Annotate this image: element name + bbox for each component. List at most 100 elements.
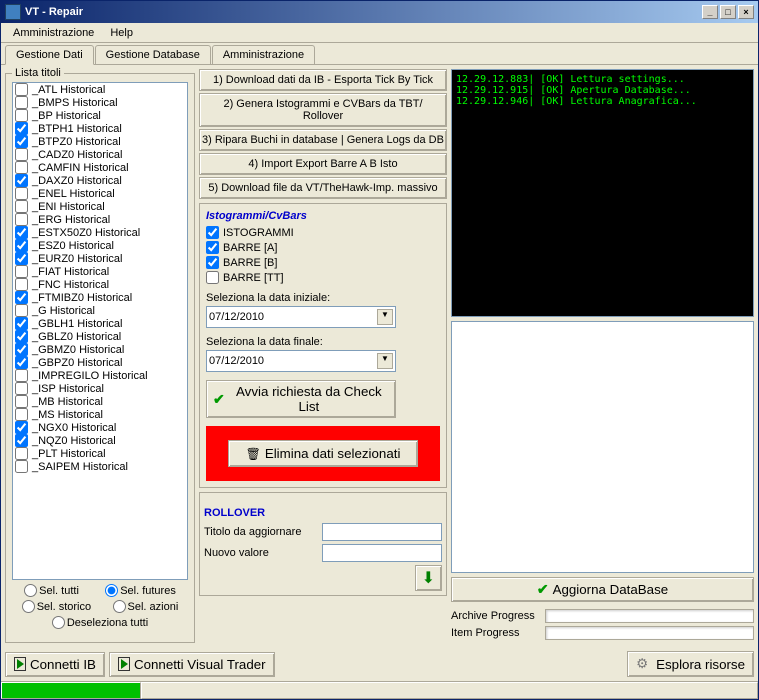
download-ib-button[interactable]: 1) Download dati da IB - Esporta Tick By… [199,69,447,91]
list-item[interactable]: _CADZ0 Historical [13,148,187,161]
list-item[interactable]: _BTPZ0 Historical [13,135,187,148]
radio-sel-tutti[interactable]: Sel. tutti [24,584,79,597]
list-item-checkbox[interactable] [15,447,28,460]
tab-gestione-dati[interactable]: Gestione Dati [5,45,94,65]
menu-help[interactable]: Help [102,25,141,41]
list-item[interactable]: _FNC Historical [13,278,187,291]
genera-istogrammi-button[interactable]: 2) Genera Istogrammi e CVBars da TBT/ Ro… [199,93,447,127]
list-item-checkbox[interactable] [15,369,28,382]
maximize-button[interactable]: □ [720,5,736,19]
list-item[interactable]: _MS Historical [13,408,187,421]
list-item-checkbox[interactable] [15,317,28,330]
date-end-input[interactable]: 07/12/2010 ▼ [206,350,396,372]
list-item[interactable]: _DAXZ0 Historical [13,174,187,187]
list-item[interactable]: _IMPREGILO Historical [13,369,187,382]
list-item-checkbox[interactable] [15,330,28,343]
list-item[interactable]: _GBLZ0 Historical [13,330,187,343]
radio-sel-azioni[interactable]: Sel. azioni [113,600,179,613]
date-end-dropdown-icon[interactable]: ▼ [377,353,393,369]
chk-barre-tt[interactable] [206,271,219,284]
list-item-checkbox[interactable] [15,135,28,148]
chk-barre-a[interactable] [206,241,219,254]
chk-barre-b[interactable] [206,256,219,269]
list-item-checkbox[interactable] [15,148,28,161]
elimina-dati-button[interactable]: 🗑 Elimina dati selezionati [228,440,418,467]
list-item[interactable]: _ESTX50Z0 Historical [13,226,187,239]
list-item[interactable]: _CAMFIN Historical [13,161,187,174]
list-item-checkbox[interactable] [15,278,28,291]
list-item[interactable]: _G Historical [13,304,187,317]
list-item-checkbox[interactable] [15,122,28,135]
esplora-risorse-button[interactable]: Esplora risorse [627,651,754,677]
list-item-checkbox[interactable] [15,213,28,226]
list-item-checkbox[interactable] [15,174,28,187]
list-item[interactable]: _NGX0 Historical [13,421,187,434]
list-item[interactable]: _ERG Historical [13,213,187,226]
list-item-checkbox[interactable] [15,291,28,304]
list-item[interactable]: _GBMZ0 Historical [13,343,187,356]
radio-sel-futures[interactable]: Sel. futures [105,584,176,597]
minimize-button[interactable]: _ [702,5,718,19]
list-item[interactable]: _EURZ0 Historical [13,252,187,265]
list-item-checkbox[interactable] [15,161,28,174]
date-start-input[interactable]: 07/12/2010 ▼ [206,306,396,328]
avvia-richiesta-button[interactable]: ✔ Avvia richiesta da Check List [206,380,396,418]
list-item-checkbox[interactable] [15,187,28,200]
titolo-aggiornare-input[interactable] [322,523,442,541]
list-item-checkbox[interactable] [15,304,28,317]
list-item[interactable]: _PLT Historical [13,447,187,460]
list-item-checkbox[interactable] [15,408,28,421]
list-item-checkbox[interactable] [15,343,28,356]
list-item-checkbox[interactable] [15,421,28,434]
list-item[interactable]: _SAIPEM Historical [13,460,187,473]
list-item[interactable]: _ISP Historical [13,382,187,395]
aggiorna-database-button[interactable]: ✔ Aggiorna DataBase [451,577,754,602]
list-item-checkbox[interactable] [15,382,28,395]
tab-amministrazione[interactable]: Amministrazione [212,45,315,64]
nuovo-valore-input[interactable] [322,544,442,562]
list-item-label: _NQZ0 Historical [32,435,116,447]
list-item[interactable]: _ENEL Historical [13,187,187,200]
list-item-checkbox[interactable] [15,109,28,122]
list-item[interactable]: _GBPZ0 Historical [13,356,187,369]
list-item-checkbox[interactable] [15,83,28,96]
item-progress-label: Item Progress [451,627,541,639]
date-start-dropdown-icon[interactable]: ▼ [377,309,393,325]
list-item[interactable]: _FTMIBZ0 Historical [13,291,187,304]
connetti-ib-button[interactable]: Connetti IB [5,652,105,677]
list-item[interactable]: _FIAT Historical [13,265,187,278]
list-item-checkbox[interactable] [15,265,28,278]
list-item[interactable]: _BMPS Historical [13,96,187,109]
list-item[interactable]: _MB Historical [13,395,187,408]
download-file-vt-button[interactable]: 5) Download file da VT/TheHawk-Imp. mass… [199,177,447,199]
rollover-save-button[interactable]: ⬇ [415,565,442,591]
list-item[interactable]: _BP Historical [13,109,187,122]
list-item-checkbox[interactable] [15,460,28,473]
list-item-checkbox[interactable] [15,226,28,239]
titoli-listbox[interactable]: _ATL Historical_BMPS Historical_BP Histo… [12,82,188,580]
connetti-vt-button[interactable]: Connetti Visual Trader [109,652,275,677]
list-item[interactable]: _ESZ0 Historical [13,239,187,252]
list-item-checkbox[interactable] [15,434,28,447]
list-item-checkbox[interactable] [15,356,28,369]
list-item[interactable]: _ATL Historical [13,83,187,96]
list-item-label: _EURZ0 Historical [32,253,122,265]
list-item[interactable]: _NQZ0 Historical [13,434,187,447]
ripara-buchi-button[interactable]: 3) Ripara Buchi in database | Genera Log… [199,129,447,151]
list-item-checkbox[interactable] [15,395,28,408]
radio-sel-storico[interactable]: Sel. storico [22,600,91,613]
list-item-checkbox[interactable] [15,239,28,252]
list-item[interactable]: _GBLH1 Historical [13,317,187,330]
list-item-checkbox[interactable] [15,252,28,265]
close-button[interactable]: × [738,5,754,19]
chk-istogrammi[interactable] [206,226,219,239]
log-line: 12.29.12.946| [OK] Lettura Anagrafica... [456,96,749,107]
menu-amministrazione[interactable]: Amministrazione [5,25,102,41]
tab-gestione-database[interactable]: Gestione Database [95,45,211,64]
import-export-button[interactable]: 4) Import Export Barre A B Isto [199,153,447,175]
list-item-checkbox[interactable] [15,200,28,213]
list-item[interactable]: _BTPH1 Historical [13,122,187,135]
list-item-checkbox[interactable] [15,96,28,109]
radio-deseleziona-tutti[interactable]: Deseleziona tutti [52,616,148,629]
list-item[interactable]: _ENI Historical [13,200,187,213]
